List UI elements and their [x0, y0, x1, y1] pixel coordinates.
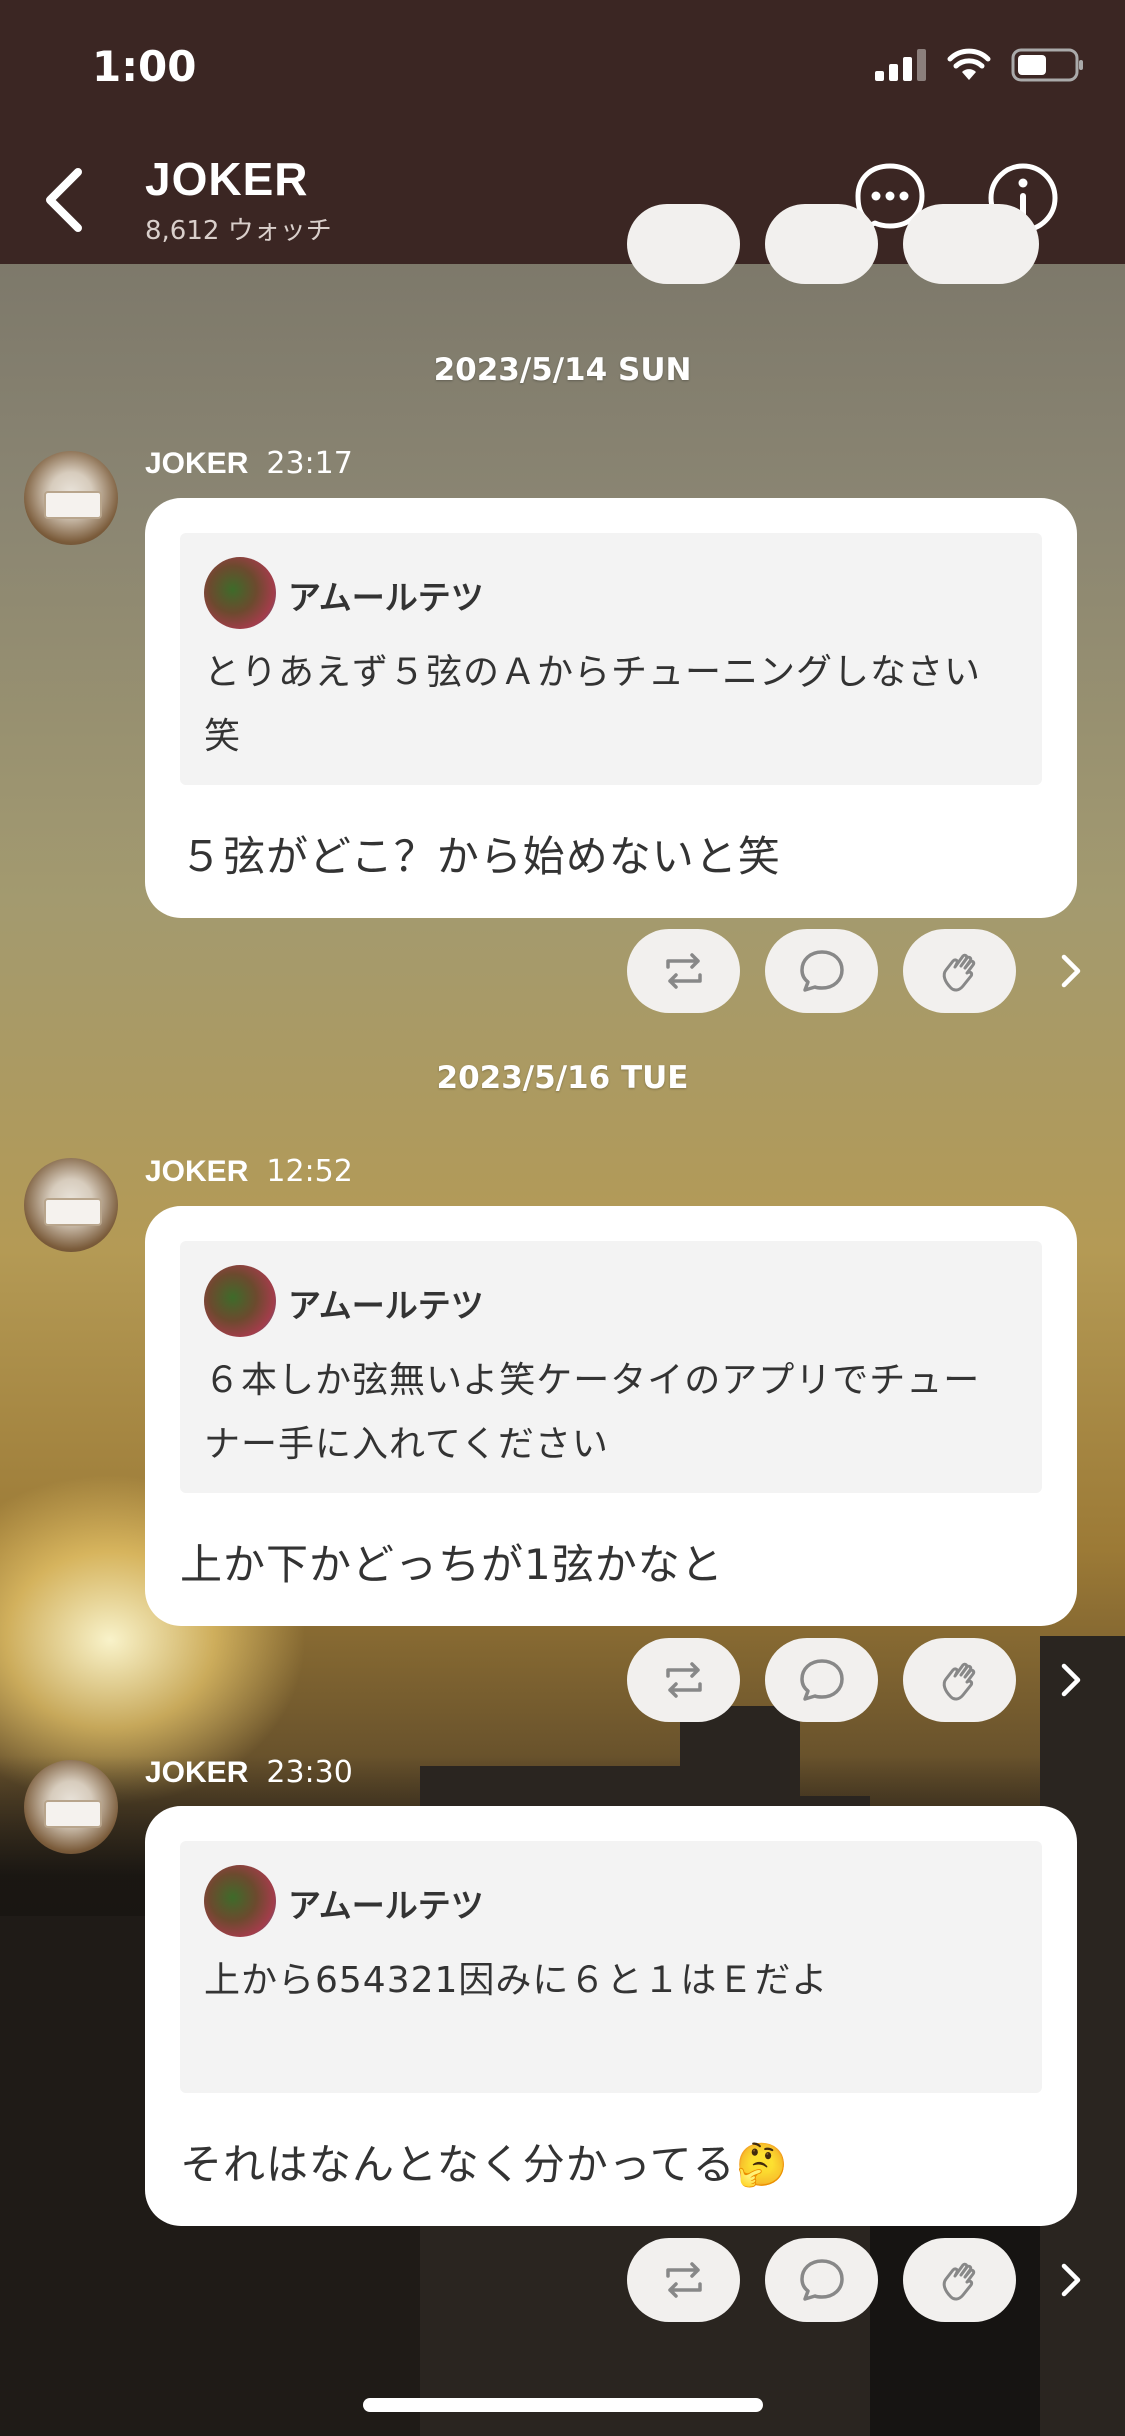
repost-button[interactable]: [627, 204, 740, 284]
repost-button[interactable]: [627, 1638, 740, 1722]
comment-button[interactable]: [765, 2238, 878, 2322]
quoted-message[interactable]: アムールテツ 上から654321因みに６と１はＥだよ: [180, 1841, 1042, 2093]
author-name: JOKER: [145, 447, 249, 480]
repost-icon: [665, 953, 702, 989]
chevron-right-icon: [1061, 2263, 1081, 2297]
clap-button[interactable]: [903, 2238, 1016, 2322]
chevron-right-icon: [1061, 1663, 1081, 1697]
clap-icon: [942, 2262, 975, 2301]
avatar[interactable]: [24, 1158, 118, 1252]
comment-icon: [799, 2259, 844, 2301]
more-button[interactable]: [1051, 951, 1091, 991]
quote-avatar: [204, 557, 276, 629]
wifi-icon: [947, 48, 991, 80]
home-indicator[interactable]: [363, 2398, 763, 2412]
quote-author: アムールテツ: [288, 1886, 484, 1925]
quote-avatar: [204, 1865, 276, 1937]
author-name: JOKER: [145, 1756, 249, 1789]
comment-icon: [799, 950, 844, 992]
status-time: 1:00: [92, 42, 197, 91]
date-separator: 2023/5/14 SUN: [433, 352, 692, 388]
more-button[interactable]: [1051, 1660, 1091, 1700]
message-meta: JOKER 23:30: [145, 1755, 353, 1790]
comment-button[interactable]: [765, 1638, 878, 1722]
quote-text: 上から654321因みに６と１はＥだよ: [204, 1960, 829, 2001]
clap-icon: [942, 1662, 975, 1701]
message-time: 23:17: [266, 446, 353, 481]
message-meta: JOKER 12:52: [145, 1154, 353, 1189]
action-row: [627, 2238, 1091, 2322]
repost-button[interactable]: [627, 929, 740, 1013]
more-button[interactable]: [1051, 2260, 1091, 2300]
message-time: 12:52: [266, 1154, 353, 1189]
message-bubble[interactable]: アムールテツ ６本しか弦無いよ笑ケータイのアプリでチューナー手に入れてください …: [145, 1206, 1077, 1626]
repost-icon: [665, 1662, 702, 1698]
action-row: [627, 1638, 1091, 1722]
action-row-previous: [627, 204, 1039, 306]
comment-button[interactable]: [765, 204, 878, 284]
message-text: 上か下かどっちが1弦かなと: [180, 1540, 724, 1589]
comment-button[interactable]: [765, 929, 878, 1013]
message-bubble[interactable]: アムールテツ 上から654321因みに６と１はＥだよ それはなんとなく分かってる…: [145, 1806, 1077, 2226]
clap-button[interactable]: [903, 1638, 1016, 1722]
watch-count: 8,612 ウォッチ: [145, 216, 332, 246]
page-title: JOKER: [145, 153, 309, 205]
status-bar: 1:00: [0, 0, 1125, 130]
message-time: 23:30: [266, 1755, 353, 1790]
avatar[interactable]: [24, 1760, 118, 1854]
quote-text: ６本しか弦無いよ笑ケータイのアプリでチューナー手に入れてください: [204, 1360, 981, 1465]
chevron-right-icon: [1061, 954, 1081, 988]
quote-text: とりあえず５弦のＡからチューニングしなさい笑: [204, 652, 982, 757]
signal-icon: [875, 49, 926, 81]
message-bubble[interactable]: アムールテツ とりあえず５弦のＡからチューニングしなさい笑 ５弦がどこ？から始め…: [145, 498, 1077, 918]
message-text: ５弦がどこ？から始めないと笑: [180, 832, 781, 881]
comment-icon: [799, 1659, 844, 1701]
battery-icon: [1011, 48, 1083, 82]
clap-button[interactable]: [903, 204, 1039, 284]
message-meta: JOKER 23:17: [145, 446, 353, 481]
quoted-message[interactable]: アムールテツ ６本しか弦無いよ笑ケータイのアプリでチューナー手に入れてください: [180, 1241, 1042, 1493]
quote-author: アムールテツ: [288, 1286, 484, 1325]
repost-icon: [665, 2262, 702, 2298]
avatar[interactable]: [24, 451, 118, 545]
quote-author: アムールテツ: [288, 578, 484, 617]
author-name: JOKER: [145, 1155, 249, 1188]
clap-icon: [942, 953, 975, 992]
back-button[interactable]: [28, 160, 108, 240]
date-separator: 2023/5/16 TUE: [436, 1060, 689, 1096]
quoted-message[interactable]: アムールテツ とりあえず５弦のＡからチューニングしなさい笑: [180, 533, 1042, 785]
chevron-left-icon: [46, 168, 82, 232]
action-row: [627, 929, 1091, 1013]
message-text: それはなんとなく分かってる🤔: [180, 2140, 789, 2189]
clap-button[interactable]: [903, 929, 1016, 1013]
repost-button[interactable]: [627, 2238, 740, 2322]
quote-avatar: [204, 1265, 276, 1337]
